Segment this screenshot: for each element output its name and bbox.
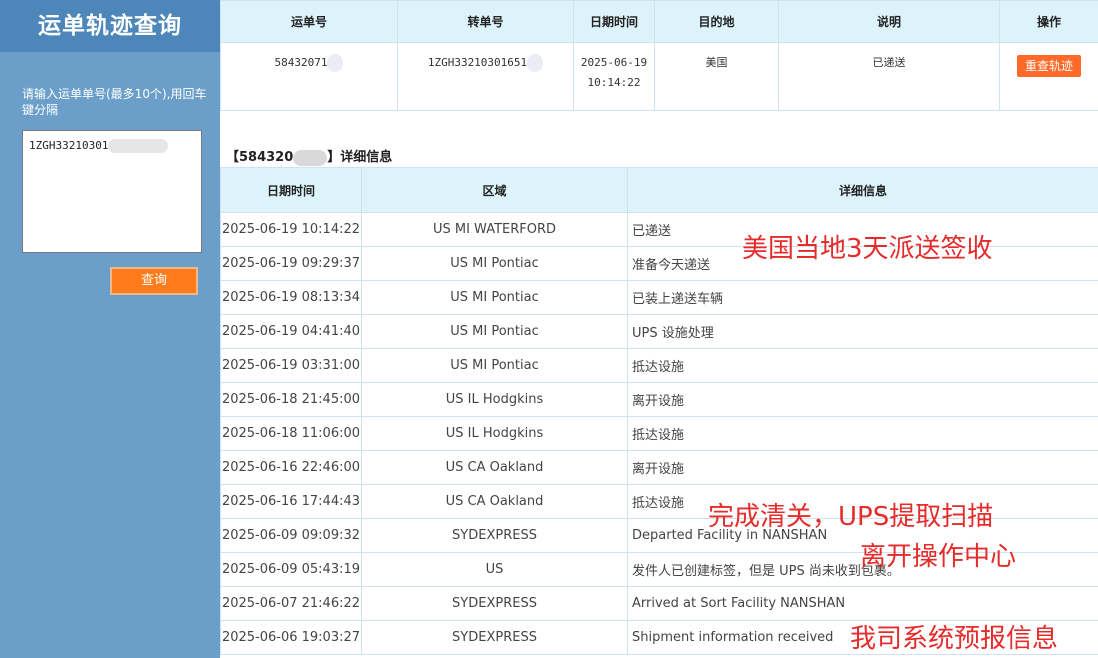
waybill-number: 58432071 xyxy=(274,56,328,69)
col-header-waybill: 运单号 xyxy=(220,0,398,43)
table-row: 2025-06-19 03:31:00 US MI Pontiac 抵达设施 xyxy=(220,348,1098,383)
annotation-delivery: 美国当地3天派送签收 xyxy=(742,234,993,264)
detail-heading-suffix: 】详细信息 xyxy=(327,150,393,165)
row-datetime: 2025-06-07 21:46:22 xyxy=(220,586,362,621)
row-info: 抵达设施 xyxy=(627,416,1098,451)
row-area: US MI WATERFORD xyxy=(361,212,628,247)
table-row: 2025-06-18 11:06:00 US IL Hodgkins 抵达设施 xyxy=(220,416,1098,451)
detail-body: 2025-06-19 10:14:22 US MI WATERFORD 已递送 202… xyxy=(220,212,1098,655)
row-info: 抵达设施 xyxy=(627,348,1098,383)
retrack-button[interactable]: 重查轨迹 xyxy=(1016,55,1081,77)
detail-heading-prefix: 【584320 xyxy=(226,150,294,165)
col-header-action: 操作 xyxy=(999,0,1098,43)
row-area: US CA Oakland xyxy=(361,484,628,519)
col-header-note: 说明 xyxy=(778,0,1000,43)
row-area: SYDEXPRESS xyxy=(361,620,628,655)
redaction-blur xyxy=(327,54,344,72)
row-datetime: 2025-06-19 04:41:40 xyxy=(220,314,362,349)
col-header-transfer: 转单号 xyxy=(397,0,574,43)
row-area: US MI Pontiac xyxy=(361,348,628,383)
row-info: UPS 设施处理 xyxy=(627,314,1098,349)
row-datetime: 2025-06-18 21:45:00 xyxy=(220,382,362,417)
row-datetime: 2025-06-16 22:46:00 xyxy=(220,450,362,485)
row-area: US MI Pontiac xyxy=(361,280,628,315)
summary-time: 10:14:22 xyxy=(587,76,641,89)
row-area: US CA Oakland xyxy=(361,450,628,485)
action-cell: 重查轨迹 xyxy=(999,42,1098,111)
row-area: US xyxy=(361,552,628,587)
row-datetime: 2025-06-06 19:03:27 xyxy=(220,620,362,655)
row-datetime: 2025-06-19 09:29:37 xyxy=(220,246,362,281)
redaction-blur xyxy=(108,139,169,153)
row-datetime: 2025-06-19 08:13:34 xyxy=(220,280,362,315)
table-row: 2025-06-18 21:45:00 US IL Hodgkins 离开设施 xyxy=(220,382,1098,417)
row-area: US MI Pontiac xyxy=(361,314,628,349)
tracking-input-hint: 请输入运单单号(最多10个),用回车键分隔 xyxy=(22,87,207,117)
table-row: 2025-06-19 08:13:34 US MI Pontiac 已装上递送车辆 xyxy=(220,280,1098,315)
annotation-prealert: 我司系统预报信息 xyxy=(850,624,1059,654)
detail-col-datetime: 日期时间 xyxy=(220,167,362,213)
table-row: 2025-06-16 22:46:00 US CA Oakland 离开设施 xyxy=(220,450,1098,485)
redaction-blur xyxy=(293,149,328,166)
row-area: SYDEXPRESS xyxy=(361,518,628,553)
detail-col-info: 详细信息 xyxy=(627,167,1098,213)
row-area: US MI Pontiac xyxy=(361,246,628,281)
tracking-number-input[interactable]: 1ZGH33210301 xyxy=(22,130,202,253)
table-row: 2025-06-07 21:46:22 SYDEXPRESS Arrived at … xyxy=(220,586,1098,621)
datetime-cell: 2025-06-19 10:14:22 xyxy=(573,42,655,111)
note-cell: 已递送 xyxy=(778,42,1000,111)
sidebar: 运单轨迹查询 请输入运单单号(最多10个),用回车键分隔 1ZGH3321030… xyxy=(0,0,220,658)
transfer-cell: 1ZGH33210301651 xyxy=(397,42,574,111)
row-datetime: 2025-06-16 17:44:43 xyxy=(220,484,362,519)
transfer-number: 1ZGH33210301651 xyxy=(427,56,528,69)
row-area: US IL Hodgkins xyxy=(361,382,628,417)
row-datetime: 2025-06-18 11:06:00 xyxy=(220,416,362,451)
row-info: 已装上递送车辆 xyxy=(627,280,1098,315)
redaction-blur xyxy=(527,54,544,72)
tracking-number-value: 1ZGH33210301 xyxy=(29,139,109,152)
col-header-destination: 目的地 xyxy=(654,0,779,43)
waybill-cell: 58432071 xyxy=(220,42,398,111)
row-datetime: 2025-06-09 09:09:32 xyxy=(220,518,362,553)
summary-header-row: 运单号 转单号 日期时间 目的地 说明 操作 xyxy=(220,0,1098,43)
summary-table: 运单号 转单号 日期时间 目的地 说明 操作 58432071 1ZGH3321… xyxy=(220,0,1098,111)
annotation-clearance-line2: 离开操作中心 xyxy=(860,542,1017,572)
row-area: US IL Hodgkins xyxy=(361,416,628,451)
table-row: 2025-06-19 04:41:40 US MI Pontiac UPS 设施处理 xyxy=(220,314,1098,349)
query-button[interactable]: 查询 xyxy=(110,267,198,295)
summary-date: 2025-06-19 xyxy=(580,56,648,69)
destination-cell: 美国 xyxy=(654,42,779,111)
row-info: 离开设施 xyxy=(627,450,1098,485)
row-datetime: 2025-06-19 03:31:00 xyxy=(220,348,362,383)
row-datetime: 2025-06-19 10:14:22 xyxy=(220,212,362,247)
row-info: Arrived at Sort Facility NANSHAN xyxy=(627,586,1098,621)
row-area: SYDEXPRESS xyxy=(361,586,628,621)
summary-row: 58432071 1ZGH33210301651 2025-06-19 10:14… xyxy=(220,42,1098,111)
detail-col-area: 区域 xyxy=(361,167,628,213)
sidebar-title: 运单轨迹查询 xyxy=(0,0,220,52)
row-datetime: 2025-06-09 05:43:19 xyxy=(220,552,362,587)
col-header-datetime: 日期时间 xyxy=(573,0,655,43)
row-info: 离开设施 xyxy=(627,382,1098,417)
detail-header-row: 日期时间 区域 详细信息 xyxy=(220,167,1098,213)
detail-heading: 【584320 】详细信息 xyxy=(226,146,392,166)
annotation-clearance-line1: 完成清关，UPS提取扫描 xyxy=(708,502,994,532)
